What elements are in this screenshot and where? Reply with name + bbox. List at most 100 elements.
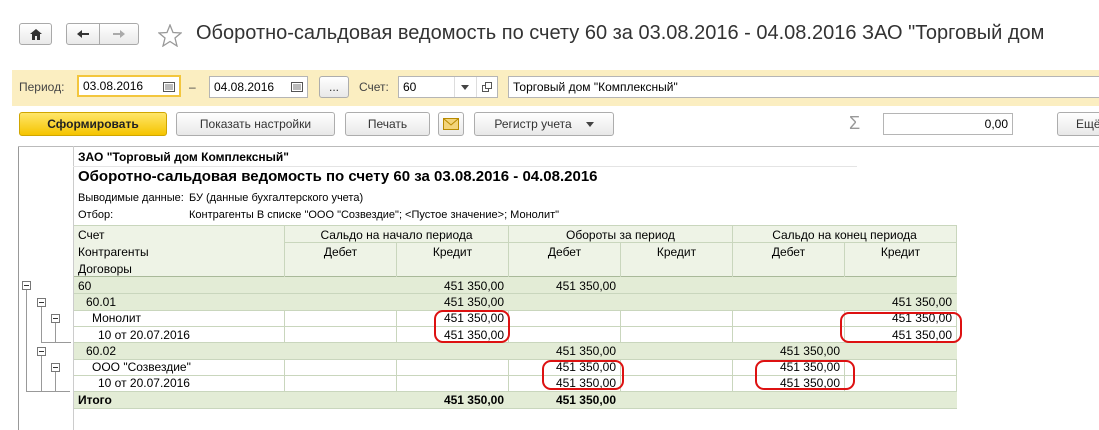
cell-t_c [621, 392, 732, 409]
report-left-border [18, 146, 19, 430]
star-icon[interactable] [158, 24, 182, 47]
cell-cb_c [845, 375, 956, 392]
row-name: 60.02 [86, 344, 117, 358]
dropdown-icon[interactable] [454, 77, 475, 97]
envelope-icon [443, 118, 459, 130]
cell-cb_d [733, 294, 844, 311]
cell-ob_c: 451 350,00 [443, 393, 504, 407]
date-to-value: 04.08.2016 [214, 80, 275, 94]
dash-label: – [189, 80, 196, 94]
cell-t_c [621, 294, 732, 311]
open-icon[interactable] [476, 77, 497, 97]
cell-ob_c: 451 350,00 [443, 279, 504, 293]
period-select-button[interactable]: ... [319, 76, 349, 98]
header-opening-debit: Дебет [323, 245, 358, 259]
cell-t_c [621, 327, 732, 344]
email-button[interactable] [438, 112, 464, 136]
cell-t_d: 451 350,00 [555, 393, 616, 407]
cell-t_c [621, 359, 732, 376]
sum-value: 0,00 [984, 117, 1008, 131]
cell-t_c [621, 343, 732, 360]
back-button[interactable] [66, 23, 100, 45]
header-contracts: Договоры [78, 262, 132, 276]
header-turnover-credit: Кредит [656, 245, 697, 259]
output-label: Выводимые данные: [78, 192, 184, 204]
header-turnover: Обороты за период [566, 228, 675, 242]
cell-ob_d [285, 278, 396, 295]
organization-value: Торговый дом "Комплексный" [513, 80, 678, 94]
account-field[interactable]: 60 [398, 76, 498, 98]
highlight-oval-turnover [542, 360, 624, 390]
cell-cb_c: 451 350,00 [891, 295, 952, 309]
register-button[interactable]: Регистр учета [474, 112, 614, 136]
row-name: 10 от 20.07.2016 [98, 376, 190, 390]
header-turnover-debit: Дебет [547, 245, 582, 259]
calendar-icon[interactable] [287, 77, 307, 97]
cell-ob_d [285, 343, 396, 360]
organization-field[interactable]: Торговый дом "Комплексный" [508, 76, 1099, 98]
filter-label: Отбор: [78, 209, 114, 221]
chevron-down-icon [585, 121, 594, 127]
collapse-sozvezdie-icon[interactable] [51, 363, 60, 372]
print-button[interactable]: Печать [345, 112, 430, 136]
collapse-60-icon[interactable] [22, 281, 31, 290]
cell-ob_c [397, 359, 508, 376]
cell-ob_c [397, 343, 508, 360]
report-header-sep [73, 166, 857, 167]
arrow-right-icon [113, 30, 125, 38]
output-value: БУ (данные бухгалтерского учета) [189, 192, 364, 204]
collapse-60-02-icon[interactable] [37, 347, 46, 356]
cell-ob_d [285, 392, 396, 409]
cell-cb_d: 451 350,00 [779, 344, 840, 358]
forward-button[interactable] [99, 23, 139, 45]
cell-cb_c [845, 392, 956, 409]
highlight-oval-opening [434, 310, 510, 343]
highlight-oval-closing-debit [755, 360, 855, 390]
account-label: Счет: [359, 80, 389, 94]
date-from-field[interactable]: 03.08.2016 [77, 75, 181, 97]
cell-t_d [509, 294, 620, 311]
date-from-value: 03.08.2016 [83, 79, 144, 93]
header-account: Счет [78, 228, 105, 242]
cell-ob_d [285, 375, 396, 392]
cell-ob_d [285, 310, 396, 327]
cell-t_d: 451 350,00 [555, 279, 616, 293]
report-top-border [18, 146, 1099, 147]
cell-cb_c [845, 343, 956, 360]
register-label: Регистр учета [494, 117, 572, 131]
row-name: 60 [78, 279, 92, 293]
cell-cb_d [733, 310, 844, 327]
cell-cb_d [733, 278, 844, 295]
cell-ob_d [285, 359, 396, 376]
sum-field: 0,00 [883, 113, 1013, 135]
home-icon [29, 28, 42, 40]
cell-t_c [621, 278, 732, 295]
cell-ob_c: 451 350,00 [443, 295, 504, 309]
row-name: Итого [78, 393, 112, 407]
more-button[interactable]: Ещё [1057, 112, 1099, 136]
header-opening: Сальдо на начало периода [320, 228, 473, 242]
cell-cb_c [845, 278, 956, 295]
cell-ob_c [397, 375, 508, 392]
cell-t_c [621, 310, 732, 327]
cell-t_d [509, 327, 620, 344]
arrow-left-icon [77, 30, 89, 38]
cell-ob_d [285, 294, 396, 311]
header-contractors: Контрагенты [78, 245, 149, 259]
highlight-oval-closing [840, 312, 962, 343]
calendar-icon[interactable] [159, 77, 179, 95]
row-name: ООО "Созвездие" [92, 360, 191, 374]
home-button[interactable] [19, 23, 52, 45]
report-title: Оборотно-сальдовая ведомость по счету 60… [78, 168, 598, 185]
cell-cb_d [733, 392, 844, 409]
show-settings-button[interactable]: Показать настройки [176, 112, 335, 136]
cell-t_d [509, 310, 620, 327]
date-to-field[interactable]: 04.08.2016 [209, 76, 308, 98]
sum-icon: Σ [849, 113, 861, 133]
row-name: 10 от 20.07.2016 [98, 328, 190, 342]
cell-cb_d [733, 327, 844, 344]
collapse-monolit-icon[interactable] [51, 314, 60, 323]
row-name: 60.01 [86, 295, 117, 309]
generate-button[interactable]: Сформировать [19, 112, 167, 136]
collapse-60-01-icon[interactable] [37, 298, 46, 307]
